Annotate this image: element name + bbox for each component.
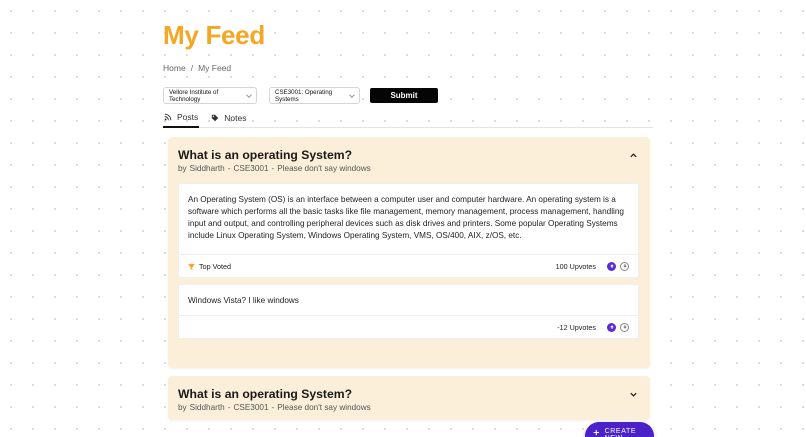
course-select-value: CSE3001: Operating Systems (275, 88, 333, 103)
breadcrumb-current: My Feed (198, 63, 232, 73)
vote-controls: -12 Upvotes (557, 322, 629, 332)
post-course: CSE3001 (233, 164, 269, 173)
page-title: My Feed (163, 20, 265, 50)
post-course: CSE3001 (233, 403, 269, 412)
tab-notes[interactable]: Notes (210, 112, 247, 128)
post-meta-by: by (178, 403, 187, 412)
upvote-button[interactable] (607, 261, 616, 271)
answer-card: Windows Vista? I like windows -12 Upvote… (178, 284, 639, 339)
tab-posts[interactable]: Posts (163, 112, 200, 128)
tab-posts-label: Posts (177, 112, 199, 122)
post-author: Siddharth (189, 403, 225, 412)
post-title[interactable]: What is an operating System? (178, 148, 352, 162)
post-note: Please don't say windows (277, 403, 371, 412)
chevron-down-icon (349, 91, 355, 98)
post-note: Please don't say windows (277, 164, 371, 173)
post-card: What is an operating System? by Siddhart… (168, 376, 650, 420)
chevron-down-icon (629, 392, 637, 397)
upvote-count: 100 Upvotes (555, 261, 596, 271)
post-title[interactable]: What is an operating System? (178, 387, 352, 401)
arrow-up-icon (609, 325, 614, 329)
submit-button[interactable]: Submit (370, 88, 438, 103)
tag-icon (212, 114, 219, 122)
plus-icon (593, 429, 599, 435)
breadcrumb-home-link[interactable]: Home (163, 63, 186, 73)
answer-footer: -12 Upvotes (179, 315, 638, 338)
chevron-down-icon (246, 91, 252, 98)
collapse-toggle[interactable] (628, 150, 638, 160)
course-select[interactable]: CSE3001: Operating Systems (269, 87, 360, 104)
create-new-button[interactable]: CREATE NEW (585, 422, 654, 437)
post-meta-separator: - (271, 164, 275, 173)
trophy-icon (188, 263, 195, 269)
post-meta-separator: - (227, 403, 231, 412)
breadcrumb-separator: / (190, 63, 194, 73)
institute-select-value: Vellore Institute of Technology (169, 88, 219, 103)
downvote-button[interactable] (620, 322, 629, 332)
answer-card: An Operating System (OS) is an interface… (178, 183, 639, 278)
post-meta-separator: - (271, 403, 275, 412)
post-meta: by Siddharth - CSE3001 - Please don't sa… (178, 164, 371, 173)
downvote-button[interactable] (620, 261, 629, 271)
breadcrumb: Home / My Feed (163, 63, 231, 73)
vote-controls: 100 Upvotes (555, 261, 629, 271)
answer-body: An Operating System (OS) is an interface… (188, 195, 624, 240)
post-author: Siddharth (189, 164, 225, 173)
top-voted-badge: Top Voted (188, 262, 231, 271)
create-new-label: CREATE NEW (604, 428, 637, 437)
upvote-button[interactable] (607, 322, 616, 332)
chevron-up-icon (629, 152, 637, 157)
institute-select[interactable]: Vellore Institute of Technology (163, 87, 257, 104)
arrow-up-icon (609, 264, 614, 268)
post-meta-by: by (178, 164, 187, 173)
top-voted-label: Top Voted (199, 261, 231, 271)
tab-bar: Posts Notes (163, 112, 653, 128)
answer-footer: Top Voted 100 Upvotes (179, 254, 638, 277)
filter-bar: Vellore Institute of Technology CSE3001:… (163, 87, 438, 104)
arrow-down-icon (622, 264, 627, 268)
post-meta-separator: - (227, 164, 231, 173)
tab-notes-label: Notes (224, 113, 247, 123)
post-card: What is an operating System? by Siddhart… (168, 137, 650, 368)
answer-body: Windows Vista? I like windows (188, 296, 299, 305)
expand-toggle[interactable] (628, 389, 638, 399)
post-meta: by Siddharth - CSE3001 - Please don't sa… (178, 403, 371, 412)
upvote-count: -12 Upvotes (557, 322, 596, 332)
rss-icon (164, 113, 172, 121)
arrow-down-icon (622, 325, 627, 329)
